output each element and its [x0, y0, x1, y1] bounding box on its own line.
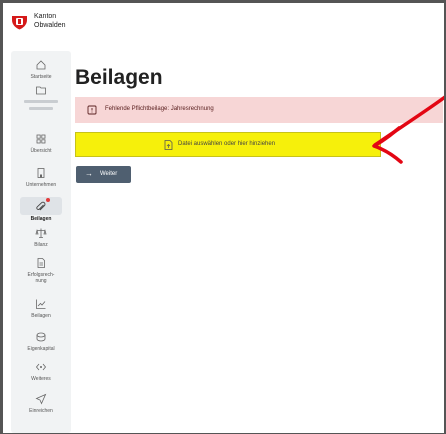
- red-arrow-annotation-icon: [372, 95, 444, 164]
- sidebar-item-label: Übersicht: [30, 148, 52, 154]
- header: Kanton Obwalden: [3, 3, 444, 43]
- brand-line-2: Obwalden: [34, 22, 66, 29]
- sidebar-item-label: Einreichen: [29, 408, 53, 414]
- document-icon: [37, 258, 45, 268]
- redacted-text: [24, 100, 58, 103]
- sidebar-item-label: Bilanz: [34, 242, 48, 248]
- sidebar-item-label: Weiteres: [31, 376, 51, 382]
- file-dropzone[interactable]: Datei auswählen oder hier hinziehen: [75, 132, 381, 157]
- more-icon: [35, 363, 47, 371]
- app-window: Kanton Obwalden Startseite Übersicht Unt…: [3, 3, 444, 433]
- sidebar-item-label: Beilagen: [31, 313, 51, 319]
- sidebar-item-bilanz[interactable]: Bilanz: [11, 227, 71, 248]
- folder-icon: [36, 86, 46, 95]
- coins-icon: [36, 332, 46, 342]
- file-upload-icon: [164, 140, 173, 150]
- notification-badge: [46, 198, 50, 202]
- chart-line-icon: [36, 299, 46, 309]
- sidebar-item-startseite[interactable]: Startseite: [11, 59, 71, 80]
- sidebar-item-unternehmen[interactable]: Unternehmen: [11, 167, 71, 188]
- paperclip-icon: [36, 201, 46, 211]
- redacted-text: [29, 107, 53, 110]
- balance-icon: [35, 228, 47, 238]
- sidebar-item-company-folder[interactable]: [11, 84, 71, 110]
- sidebar-item-erfolgsrechnung[interactable]: Erfolgsrech- nung: [11, 257, 71, 284]
- sidebar-item-label: Eigenkapital: [27, 346, 55, 352]
- next-button[interactable]: → Weiter: [76, 166, 131, 183]
- sidebar-item-uebersicht[interactable]: Übersicht: [11, 133, 71, 154]
- alert-text: Fehlende Pflichtbeilage: Jahresrechnung: [105, 106, 214, 112]
- overview-grid-icon: [36, 134, 46, 144]
- sidebar-item-beilagen-2[interactable]: Beilagen: [11, 298, 71, 319]
- arrow-right-icon: →: [85, 169, 93, 178]
- sidebar-item-label: Beilagen: [30, 216, 52, 222]
- warning-square-icon: [87, 105, 97, 115]
- sidebar-item-label: Erfolgsrech- nung: [27, 272, 55, 284]
- company-icon: [37, 168, 45, 178]
- brand-name[interactable]: Kanton Obwalden: [34, 12, 66, 30]
- send-icon: [35, 393, 47, 405]
- sidebar-item-label: Unternehmen: [25, 182, 57, 188]
- sidebar-item-weiteres[interactable]: Weiteres: [11, 361, 71, 382]
- sidebar-item-einreichen[interactable]: Einreichen: [11, 393, 71, 414]
- sidebar-item-beilagen[interactable]: Beilagen: [11, 197, 71, 222]
- sidebar: Startseite Übersicht Unternehmen Beilage…: [11, 51, 71, 433]
- next-button-label: Weiter: [100, 171, 118, 177]
- brand-line-1: Kanton: [34, 13, 57, 20]
- home-icon: [36, 60, 46, 70]
- dropzone-text: Datei auswählen oder hier hinziehen: [178, 141, 276, 147]
- sidebar-item-eigenkapital[interactable]: Eigenkapital: [11, 331, 71, 352]
- sidebar-item-label: Startseite: [30, 74, 52, 80]
- page-title: Beilagen: [75, 66, 163, 89]
- canton-coat-of-arms-icon: [12, 11, 27, 30]
